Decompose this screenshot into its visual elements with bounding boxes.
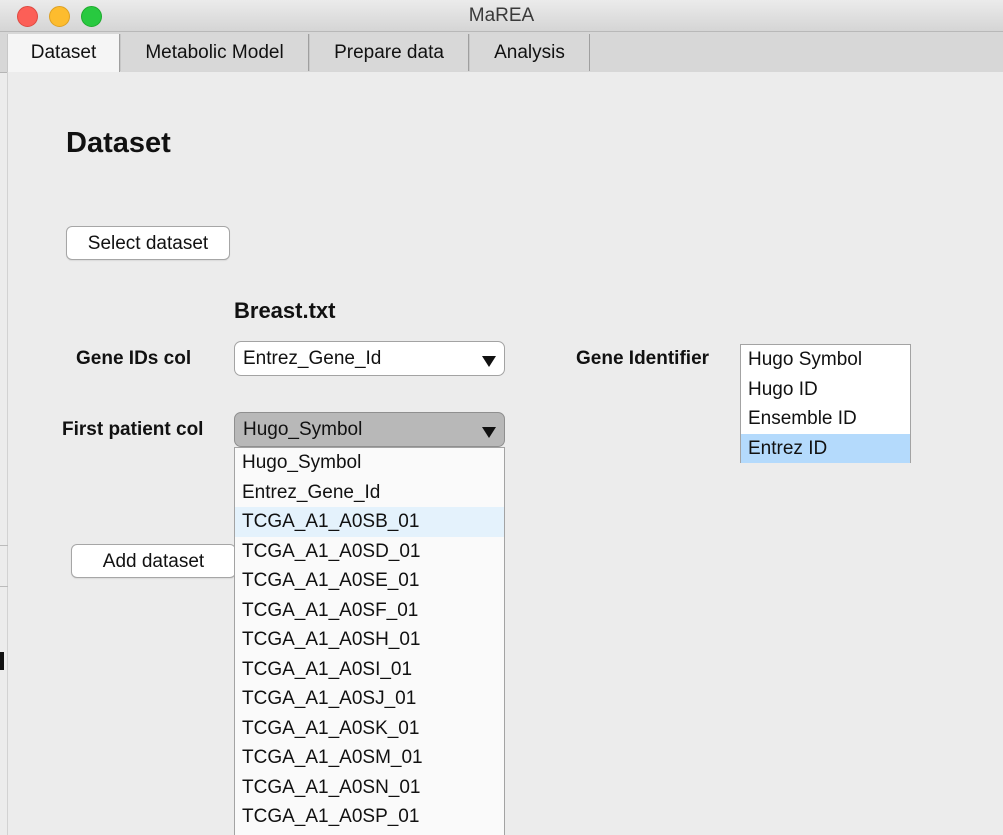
gene-identifier-option-selected[interactable]: Entrez ID [741,433,910,463]
dropdown-option[interactable]: Hugo_Symbol [235,448,504,478]
dropdown-option[interactable]: TCGA_A1_A0SM_01 [235,743,504,773]
gene-identifier-option[interactable]: Hugo ID [741,375,910,405]
dropdown-option[interactable]: TCGA_A1_A0SH_01 [235,625,504,655]
first-patient-dropdown-menu[interactable]: Hugo_Symbol Entrez_Gene_Id TCGA_A1_A0SB_… [234,447,505,835]
dropdown-option[interactable]: TCGA_A1_A0SP_01 [235,802,504,832]
dropdown-option[interactable]: TCGA_A1_A0SJ_01 [235,684,504,714]
gene-identifier-option[interactable]: Ensemble ID [741,404,910,434]
background-window-edge-mark [0,652,4,670]
gene-identifier-label: Gene Identifier [576,348,710,369]
tab-dataset[interactable]: Dataset [7,34,120,72]
background-window-edge [0,545,8,587]
gene-ids-col-value: Entrez_Gene_Id [243,348,382,369]
add-dataset-button[interactable]: Add dataset [71,544,236,578]
triangle-down-icon [482,427,496,438]
tab-prepare-data[interactable]: Prepare data [309,34,469,71]
gene-ids-col-select[interactable]: Entrez_Gene_Id [234,341,505,376]
dropdown-option[interactable]: TCGA_A1_A0SN_01 [235,773,504,803]
page-title: Dataset [66,127,171,159]
title-bar: MaREA [0,0,1003,32]
dropdown-option-hovered[interactable]: TCGA_A1_A0SB_01 [235,507,504,537]
gene-identifier-option[interactable]: Hugo Symbol [741,345,910,375]
dropdown-option[interactable]: TCGA_A1_A0SF_01 [235,596,504,626]
dropdown-option[interactable]: TCGA_A1_A0SD_01 [235,537,504,567]
first-patient-col-select[interactable]: Hugo_Symbol [234,412,505,447]
gene-identifier-list[interactable]: Hugo Symbol Hugo ID Ensemble ID Entrez I… [740,344,911,463]
dropdown-option[interactable]: TCGA_A1_A0SK_01 [235,714,504,744]
tab-analysis[interactable]: Analysis [469,34,590,71]
tab-metabolic-model[interactable]: Metabolic Model [120,34,309,71]
gene-ids-col-label: Gene IDs col [76,348,192,369]
select-dataset-button[interactable]: Select dataset [66,226,230,260]
dropdown-option[interactable]: Entrez_Gene_Id [235,478,504,508]
triangle-down-icon [482,356,496,367]
window-title: MaREA [468,5,535,26]
first-patient-col-label: First patient col [62,419,204,440]
app-window: MaREA Dataset Metabolic Model Prepare da… [0,0,1003,835]
dataset-file-name: Breast.txt [234,298,336,323]
dropdown-option[interactable]: TCGA_A1_A0SE_01 [235,566,504,596]
first-patient-col-value: Hugo_Symbol [243,419,363,440]
dropdown-option[interactable]: TCGA_A1_A0SI_01 [235,655,504,685]
